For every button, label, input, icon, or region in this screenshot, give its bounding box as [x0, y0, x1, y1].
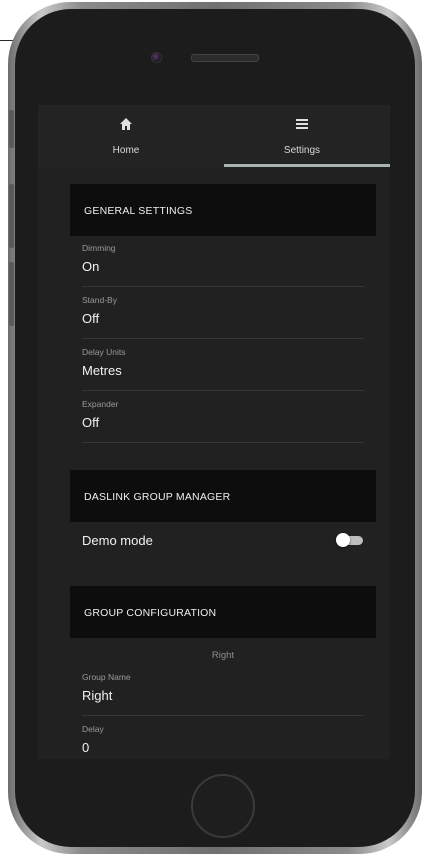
standby-value: Off: [82, 311, 100, 326]
tab-settings-label: Settings: [283, 145, 321, 156]
toggle-knob: [336, 533, 350, 547]
phone-home-button[interactable]: [191, 774, 255, 838]
selected-group-caption: Right: [211, 650, 235, 661]
expander-field[interactable]: Expander Off: [82, 392, 364, 443]
demo-mode-row: Demo mode: [82, 531, 364, 551]
group-name-value: Right: [82, 688, 113, 703]
demo-mode-toggle[interactable]: [336, 533, 364, 547]
delay-units-label: Delay Units: [82, 347, 126, 357]
app-screen: Home Settings GENERAL SETTINGS Dimming O…: [38, 105, 390, 759]
general-settings-title: GENERAL SETTINGS: [84, 205, 193, 217]
front-camera: [151, 52, 162, 63]
standby-label: Stand-By: [82, 295, 117, 305]
delay-field[interactable]: Delay 0: [82, 717, 364, 759]
daslink-header: DASLINK GROUP MANAGER: [70, 470, 376, 522]
general-settings-header: GENERAL SETTINGS: [70, 184, 376, 236]
tab-home[interactable]: Home: [38, 105, 214, 168]
mute-switch: [9, 110, 14, 148]
earpiece-speaker: [191, 54, 259, 62]
active-tab-indicator: [224, 164, 390, 167]
group-name-field[interactable]: Group Name Right: [82, 665, 364, 716]
delay-label: Delay: [82, 724, 104, 734]
delay-units-value: Metres: [82, 363, 122, 378]
dimming-value: On: [82, 259, 100, 274]
demo-mode-label: Demo mode: [82, 533, 153, 548]
volume-up-button: [9, 184, 14, 248]
delay-value: 0: [82, 740, 90, 755]
group-name-label: Group Name: [82, 672, 131, 682]
home-icon: [120, 118, 132, 130]
volume-down-button: [9, 262, 14, 326]
daslink-title: DASLINK GROUP MANAGER: [84, 491, 231, 503]
expander-label: Expander: [82, 399, 119, 409]
dimming-label: Dimming: [82, 243, 116, 253]
delay-units-field[interactable]: Delay Units Metres: [82, 340, 364, 391]
group-configuration-title: GROUP CONFIGURATION: [84, 607, 217, 619]
expander-value: Off: [82, 415, 100, 430]
tab-home-label: Home: [112, 145, 140, 156]
standby-field[interactable]: Stand-By Off: [82, 288, 364, 339]
dimming-field[interactable]: Dimming On: [82, 236, 364, 287]
group-configuration-header: GROUP CONFIGURATION: [70, 586, 376, 638]
list-icon: [296, 119, 308, 129]
tab-settings[interactable]: Settings: [214, 105, 390, 168]
tab-bar: Home Settings: [38, 105, 390, 168]
